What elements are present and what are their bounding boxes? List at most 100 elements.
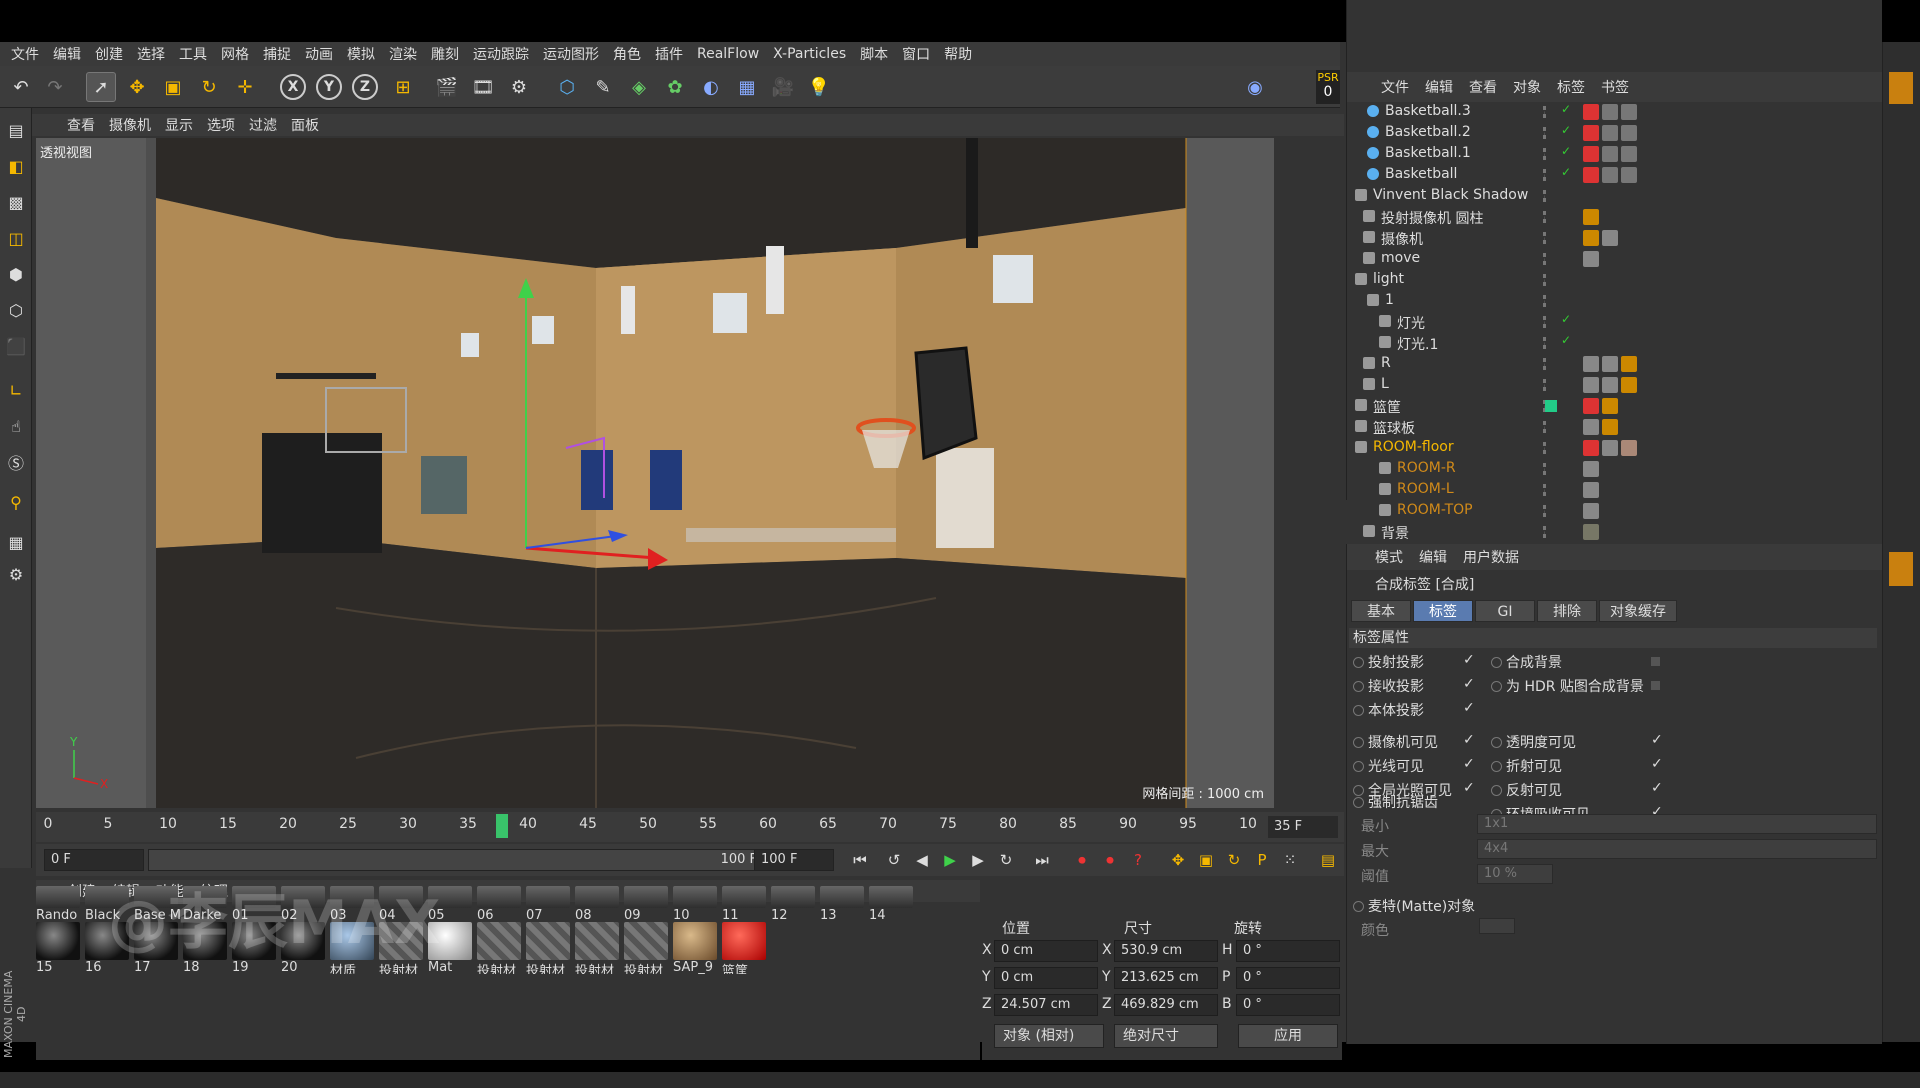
option-checkbox[interactable]: ✓ [1463,700,1475,716]
key-pla-icon[interactable]: ⁙ [1278,848,1302,872]
material-swatch[interactable]: 投射材 [477,922,525,974]
tag-option-right[interactable]: 透明度可见 ✓ [1491,732,1663,752]
tweak-icon[interactable]: ☝ [3,412,29,440]
material-swatch[interactable]: 投射材 [575,922,623,974]
prev-frame-icon[interactable]: ◀ [910,848,934,872]
polygons-mode-icon[interactable]: ⬛ [3,332,29,360]
start-frame-field[interactable]: 0 F [44,849,144,871]
option-radio[interactable] [1353,705,1364,716]
tag-icon[interactable] [1621,440,1637,456]
attribute-menu-item-2[interactable]: 用户数据 [1455,547,1527,567]
menu-item-8[interactable]: 模拟 [340,44,382,64]
object-menu-item-3[interactable]: 对象 [1505,77,1549,97]
viewport-menu-item-5[interactable]: 面板 [284,115,326,135]
current-frame-field[interactable]: 35 F [1268,816,1338,838]
tag-icon[interactable] [1621,377,1637,393]
render-picture-viewer-icon[interactable]: 🎞 [468,72,498,102]
material-swatch[interactable]: 投射材 [624,922,672,974]
attribute-tab-3[interactable]: 排除 [1537,600,1597,622]
object-row[interactable]: 灯光.1 ✓ [1347,333,1883,354]
apply-button[interactable]: 应用 [1238,1024,1338,1048]
tag-icon[interactable] [1583,482,1599,498]
tag-icon[interactable] [1602,167,1618,183]
visibility-toggles[interactable] [1543,190,1557,202]
attribute-menu-item-0[interactable]: 模式 [1367,547,1411,567]
menu-item-15[interactable]: RealFlow [690,46,766,62]
material-swatch[interactable]: 13 [820,886,868,938]
axis-mode-icon[interactable]: ∟ [3,376,29,404]
rotation-p-field[interactable]: 0 ° [1236,967,1340,989]
rotate-tool-icon[interactable]: ↻ [194,72,224,102]
size-mode-select[interactable]: 绝对尺寸 [1114,1024,1218,1048]
menu-item-6[interactable]: 捕捉 [256,44,298,64]
move-tool-icon[interactable]: ✥ [122,72,152,102]
material-swatch[interactable]: 15 [36,922,84,974]
option-radio[interactable] [1491,681,1502,692]
tag-option-left[interactable]: 光线可见 ✓ [1353,756,1475,776]
x-axis-lock-button[interactable]: X [280,74,306,100]
render-settings-icon[interactable]: ⚙ [504,72,534,102]
menu-item-4[interactable]: 工具 [172,44,214,64]
undo-icon[interactable]: ↶ [6,72,36,102]
tag-icon[interactable] [1583,440,1599,456]
position-z-field[interactable]: 24.507 cm [994,994,1098,1016]
object-row[interactable]: 篮球板 [1347,417,1883,438]
tag-icon[interactable] [1602,419,1618,435]
visibility-toggles[interactable] [1543,421,1557,433]
option-radio[interactable] [1353,657,1364,668]
viewport-menu-item-0[interactable]: 查看 [60,115,102,135]
model-mode-icon[interactable]: ◧ [3,152,29,180]
visibility-toggles[interactable] [1543,379,1557,391]
viewport-menu-item-1[interactable]: 摄像机 [102,115,158,135]
menu-item-14[interactable]: 插件 [648,44,690,64]
tag-icon[interactable] [1583,461,1599,477]
workplane-icon[interactable]: ◫ [3,224,29,252]
viewport-menu-item-4[interactable]: 过滤 [242,115,284,135]
deformer-icon[interactable]: ◐ [696,72,726,102]
menu-item-18[interactable]: 窗口 [895,44,937,64]
object-row[interactable]: 背景 [1347,522,1883,543]
visibility-toggles[interactable] [1543,169,1557,181]
menu-item-2[interactable]: 创建 [88,44,130,64]
rotation-h-field[interactable]: 0 ° [1236,940,1340,962]
enabled-check-icon[interactable]: ✓ [1561,165,1571,179]
python-icon[interactable]: ◉ [1240,72,1270,102]
tag-icon[interactable] [1602,104,1618,120]
position-x-field[interactable]: 0 cm [994,940,1098,962]
force-aa-option[interactable]: 强制抗锯齿 [1353,792,1438,812]
visibility-toggles[interactable] [1543,463,1557,475]
visibility-toggles[interactable] [1543,253,1557,265]
workplane-grid-icon[interactable]: ▦ [3,528,29,556]
object-row[interactable]: Basketball.2 ✓ [1347,123,1883,144]
visibility-toggles[interactable] [1543,358,1557,370]
tag-icon[interactable] [1583,146,1599,162]
menu-item-3[interactable]: 选择 [130,44,172,64]
spline-pen-icon[interactable]: ✎ [588,72,618,102]
option-radio[interactable] [1491,761,1502,772]
size-z-field[interactable]: 469.829 cm [1114,994,1218,1016]
object-row[interactable]: Basketball.3 ✓ [1347,102,1883,123]
points-mode-icon[interactable]: ⬢ [3,260,29,288]
option-checkbox[interactable] [1651,681,1660,690]
size-y-field[interactable]: 213.625 cm [1114,967,1218,989]
y-axis-lock-button[interactable]: Y [316,74,342,100]
object-menu-item-2[interactable]: 查看 [1461,77,1505,97]
cube-primitive-icon[interactable]: ⬡ [552,72,582,102]
enabled-check-icon[interactable]: ✓ [1561,123,1571,137]
tag-icon[interactable] [1583,104,1599,120]
tag-icon[interactable] [1602,398,1618,414]
object-row[interactable]: 灯光 ✓ [1347,312,1883,333]
timeline-playhead[interactable] [496,814,508,838]
rotation-b-field[interactable]: 0 ° [1236,994,1340,1016]
material-swatch[interactable]: 篮筐 [722,922,770,974]
object-row[interactable]: ROOM-TOP [1347,501,1883,522]
attribute-tab-2[interactable]: GI [1475,600,1535,622]
aa-min-select[interactable]: 1x1 [1477,814,1877,834]
object-row[interactable]: Vinvent Black Shadow [1347,186,1883,207]
scale-tool-icon[interactable]: ▣ [158,72,188,102]
tag-option-right[interactable]: 反射可见 ✓ [1491,780,1663,800]
material-swatch[interactable]: 投射材 [526,922,574,974]
object-row[interactable]: Basketball.1 ✓ [1347,144,1883,165]
enabled-check-icon[interactable]: ✓ [1561,312,1571,326]
menu-item-19[interactable]: 帮助 [937,44,979,64]
